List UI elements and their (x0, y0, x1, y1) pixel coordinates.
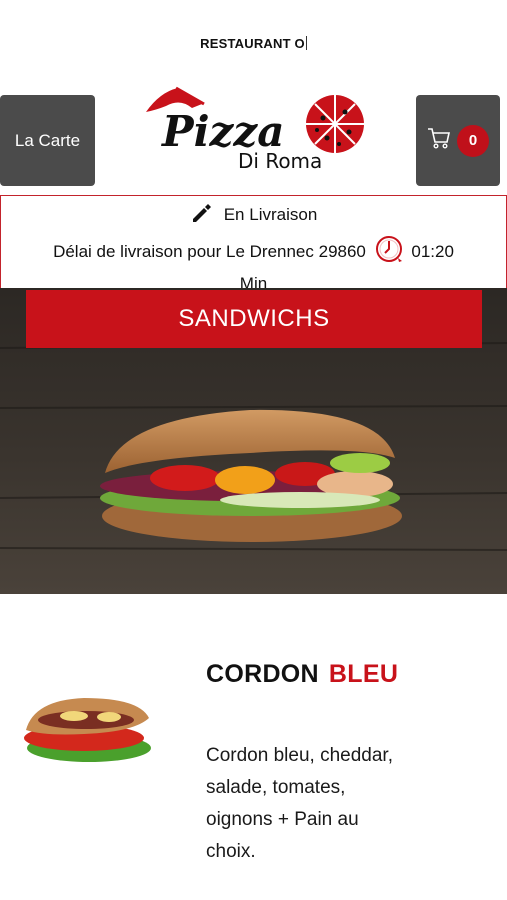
pencil-icon[interactable] (190, 202, 212, 229)
delivery-time: 01:20 (411, 242, 454, 261)
clock-icon (374, 234, 404, 271)
cart-button[interactable]: 0 (416, 95, 500, 186)
product-name-part1: CORDON (206, 660, 319, 688)
product-description: Cordon bleu, cheddar, salade, tomates, o… (206, 745, 393, 862)
product-name[interactable]: CORDON BLEU (206, 660, 398, 689)
top-bar: RESTAURANT O (0, 0, 507, 90)
menu-button[interactable]: La Carte (0, 95, 95, 186)
cart-icon (427, 127, 451, 154)
menu-button-label: La Carte (14, 130, 81, 150)
logo[interactable]: Pizza Di Roma (140, 84, 370, 180)
restaurant-name: RESTAURANT O (200, 36, 307, 51)
category-banner: SANDWICHS (26, 290, 482, 348)
cart-count-badge: 0 (457, 124, 489, 157)
logo-subtitle: Di Roma (238, 149, 322, 173)
delivery-info[interactable]: En Livraison Délai de livraison pour Le … (0, 195, 507, 293)
product-name-part2: BLEU (328, 660, 399, 688)
delivery-mode: En Livraison (223, 205, 318, 224)
product-image[interactable] (14, 688, 164, 774)
delivery-delay-text: Délai de livraison pour Le Drennec 29860 (53, 242, 366, 261)
category-title: SANDWICHS (178, 305, 330, 332)
